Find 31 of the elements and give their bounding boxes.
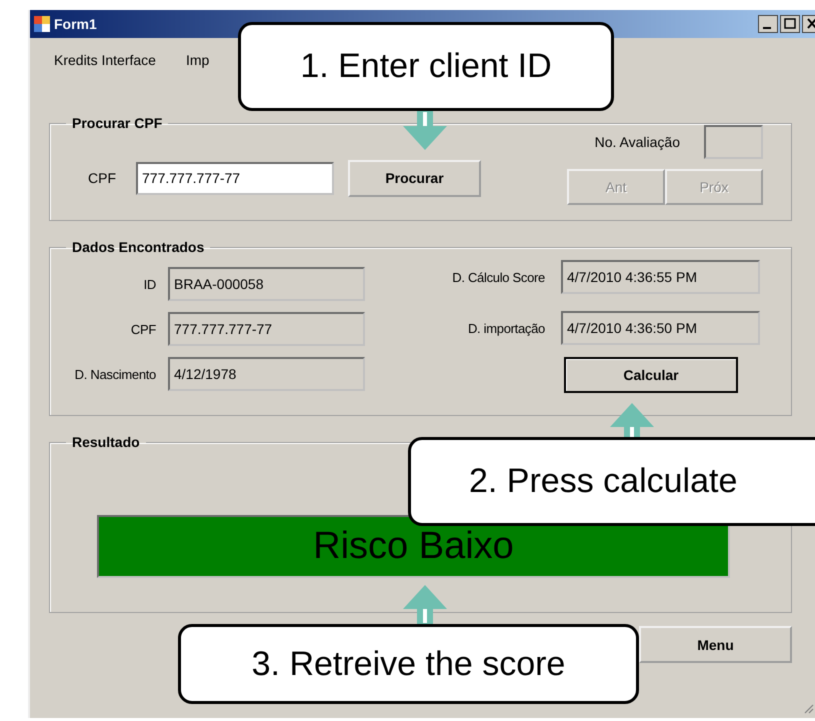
menu-button[interactable]: Menu [639, 626, 792, 663]
field-label: No. Avaliação [594, 134, 680, 150]
readonly-field: 4/12/1978 [168, 357, 365, 391]
readonly-field: 4/7/2010 4:36:50 PM [561, 311, 760, 345]
callout-label: 1. Enter client ID [238, 22, 614, 111]
minimize-icon[interactable] [758, 15, 778, 33]
field-label: D. Nascimento [74, 366, 156, 382]
readonly-field: 777.777.777-77 [168, 312, 365, 346]
app-icon [34, 16, 50, 32]
resize-grip-icon [802, 702, 814, 714]
field-label: CPF [130, 322, 156, 336]
field-label: D. importação [468, 320, 545, 336]
group-title: Resultado [71, 434, 141, 450]
search-button[interactable]: Procurar [348, 160, 481, 196]
calculate-button[interactable]: Calcular [564, 357, 738, 393]
callout-label: 2. Press calculate [408, 437, 815, 526]
result-banner: Risco Baixo [97, 515, 730, 578]
field-label: ID [142, 276, 156, 292]
readonly-field: BRAA-000058 [168, 267, 365, 301]
evaluation-field[interactable] [704, 125, 763, 159]
readonly-field: 4/7/2010 4:36:55 PM [561, 260, 760, 294]
cpf-input[interactable]: 777.777.777-77 [136, 162, 334, 194]
callout-label: 3. Retreive the score [178, 624, 639, 704]
field-label: CPF [88, 170, 116, 186]
maximize-icon[interactable] [780, 15, 800, 33]
group-title: Dados Encontrados [71, 239, 206, 255]
field-label: D. Cálculo Score [452, 270, 545, 284]
group-title: Procurar CPF [71, 115, 164, 131]
menu-item[interactable]: Kredits Interface [54, 52, 156, 69]
menu-item[interactable]: Imp [186, 52, 210, 69]
window-title: Form1 [54, 16, 97, 32]
